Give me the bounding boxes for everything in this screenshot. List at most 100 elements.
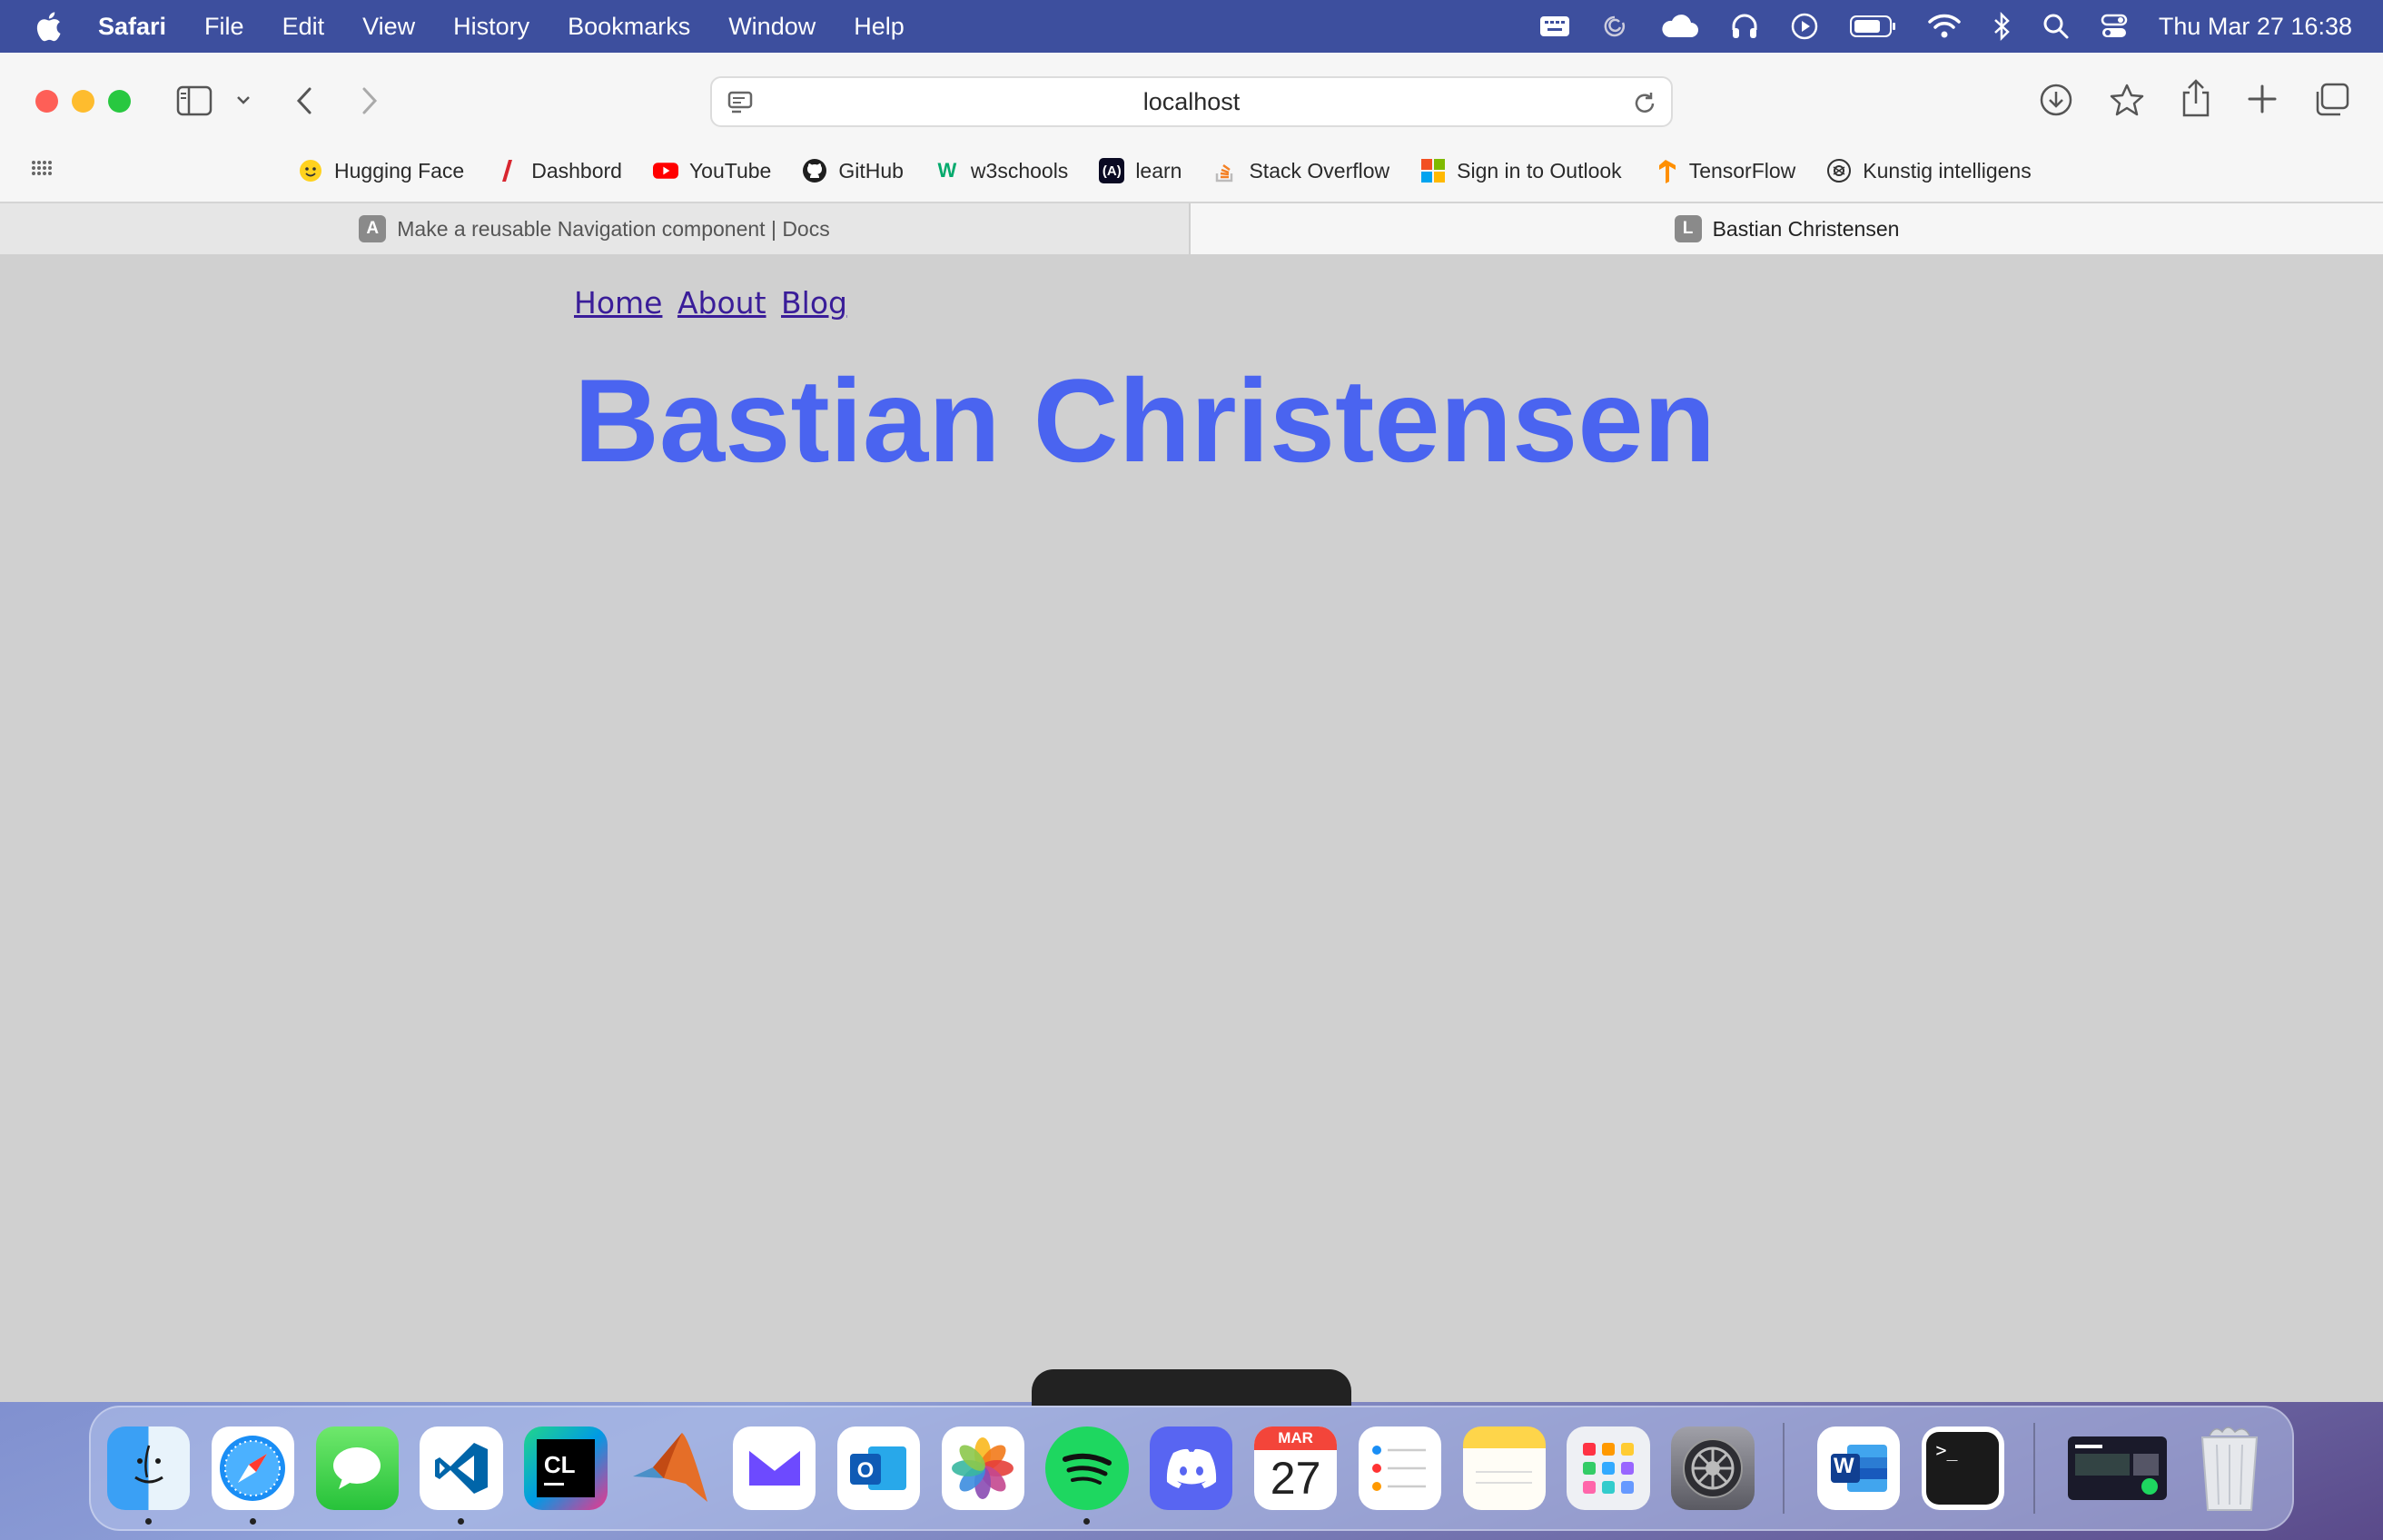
bookmark-dashbord[interactable]: Dashbord [495,158,622,183]
menu-file[interactable]: File [204,13,244,41]
hugging-face-icon [298,158,323,183]
fullscreen-window-button[interactable] [108,90,131,113]
tab-favicon: A [359,215,387,242]
bookmark-youtube[interactable]: YouTube [652,158,772,183]
tab-overview-icon[interactable] [2314,82,2350,118]
bookmark-w3schools[interactable]: W w3schools [934,158,1069,183]
tab-title: Make a reusable Navigation component | D… [397,216,830,241]
calendar-day: 27 [1270,1453,1321,1504]
dock-system-settings-icon[interactable] [1671,1426,1755,1510]
spotlight-search-icon[interactable] [2042,13,2070,40]
page-menu-icon[interactable] [727,90,754,122]
dock-reminders-icon[interactable] [1358,1426,1442,1510]
menu-history[interactable]: History [453,13,529,41]
dock-matlab-icon[interactable] [628,1426,711,1510]
bookmark-tensorflow[interactable]: TensorFlow [1653,158,1795,183]
dock-proton-mail-icon[interactable] [732,1426,816,1510]
calendar-month: MAR [1253,1426,1338,1450]
nav-link-home[interactable]: Home [574,285,662,321]
dock-launchpad-icon[interactable] [1567,1426,1650,1510]
minimize-window-button[interactable] [72,90,94,113]
cloud-icon[interactable] [1659,14,1699,39]
floating-toolbar[interactable] [1032,1369,1351,1406]
wifi-icon[interactable] [1928,14,1961,39]
headphones-icon[interactable] [1730,12,1759,41]
tensorflow-icon [1653,158,1678,183]
dock-notes-icon[interactable] [1462,1426,1546,1510]
running-indicator [1083,1518,1091,1525]
dock-finder-icon[interactable] [107,1426,191,1525]
dock-trash-icon[interactable] [2188,1426,2270,1511]
bookmarks-bar: Hugging Face Dashbord YouTube GitHub W w… [0,140,2383,202]
dock-word-icon[interactable]: W [1816,1426,1901,1510]
tab-bar: A Make a reusable Navigation component |… [0,202,2383,254]
bluetooth-icon[interactable] [1992,12,2012,41]
battery-icon[interactable] [1849,15,1897,38]
running-indicator [145,1518,152,1525]
back-button-icon[interactable] [294,85,314,116]
stack-overflow-icon [1212,158,1238,183]
menu-window[interactable]: Window [728,13,816,41]
downloads-icon[interactable] [2038,82,2074,118]
dock-messages-icon[interactable] [315,1426,399,1510]
safari-window: localhost Hugging Face Dashbord YouTube … [0,53,2383,1402]
bookmark-learn[interactable]: (A) learn [1099,158,1182,183]
bookmark-hugging-face[interactable]: Hugging Face [298,158,464,183]
microsoft-icon [1420,158,1446,183]
sidebar-toggle-icon[interactable] [176,85,213,116]
dock-separator [2032,1423,2035,1514]
address-bar[interactable]: localhost [710,76,1673,127]
page-heading: Bastian Christensen [574,354,1716,487]
keyboard-icon[interactable] [1539,15,1570,38]
dock-vscode-icon[interactable] [420,1426,503,1525]
url-text[interactable]: localhost [1143,88,1241,116]
menu-bookmarks[interactable]: Bookmarks [568,13,690,41]
bookmark-stack-overflow[interactable]: Stack Overflow [1212,158,1389,183]
share-icon[interactable] [2180,78,2212,118]
bookmark-kunstig-intelligens[interactable]: Kunstig intelligens [1826,158,2032,183]
bookmark-label: Hugging Face [334,158,465,183]
dock-photos-icon[interactable] [941,1426,1024,1510]
menu-bar: Safari File Edit View History Bookmarks … [0,0,2383,53]
menu-app-name[interactable]: Safari [98,13,166,41]
tab-bastian-christensen[interactable]: L Bastian Christensen [1191,203,2383,254]
word-label: W [1833,1454,1854,1478]
sync-icon[interactable] [1601,13,1628,40]
dock-spotify-icon[interactable] [1045,1426,1129,1525]
bookmark-label: w3schools [970,158,1069,183]
apps-grid-icon[interactable] [31,160,53,187]
dock-clion-icon[interactable]: CL [524,1426,608,1510]
dock-safari-icon[interactable] [211,1426,295,1525]
learn-icon: (A) [1099,158,1125,183]
bookmark-outlook[interactable]: Sign in to Outlook [1420,158,1622,183]
dock-discord-icon[interactable] [1150,1426,1233,1510]
dock-spotify-window-preview[interactable] [2067,1436,2167,1500]
control-center-icon[interactable] [2101,13,2128,40]
bookmark-star-icon[interactable] [2109,82,2145,118]
openai-icon [1826,158,1852,183]
github-icon [802,158,827,183]
nav-link-about[interactable]: About [677,285,766,321]
menu-view[interactable]: View [362,13,415,41]
menu-help[interactable]: Help [854,13,905,41]
chevron-down-icon[interactable] [236,94,251,105]
tab-favicon: L [1674,215,1702,242]
bookmark-github[interactable]: GitHub [802,158,904,183]
new-tab-icon[interactable] [2247,84,2278,114]
dock-terminal-icon[interactable]: >_ [1921,1426,2005,1510]
now-playing-icon[interactable] [1790,12,1819,41]
tab-navigation-docs[interactable]: A Make a reusable Navigation component |… [0,203,1191,254]
dock-calendar-icon[interactable]: MAR 27 [1253,1426,1338,1510]
forward-button-icon[interactable] [360,85,380,116]
close-window-button[interactable] [35,90,58,113]
reload-icon[interactable] [1631,90,1658,123]
menu-clock[interactable]: Thu Mar 27 16:38 [2159,13,2352,41]
bookmark-label: GitHub [838,158,904,183]
nav-link-blog[interactable]: Blog [781,285,847,321]
dock-outlook-icon[interactable]: O [836,1426,920,1510]
bookmark-label: Sign in to Outlook [1457,158,1622,183]
bookmark-label: YouTube [688,158,772,183]
browser-toolbar: localhost [0,53,2383,140]
apple-menu-icon[interactable] [35,8,67,44]
menu-edit[interactable]: Edit [282,13,325,41]
